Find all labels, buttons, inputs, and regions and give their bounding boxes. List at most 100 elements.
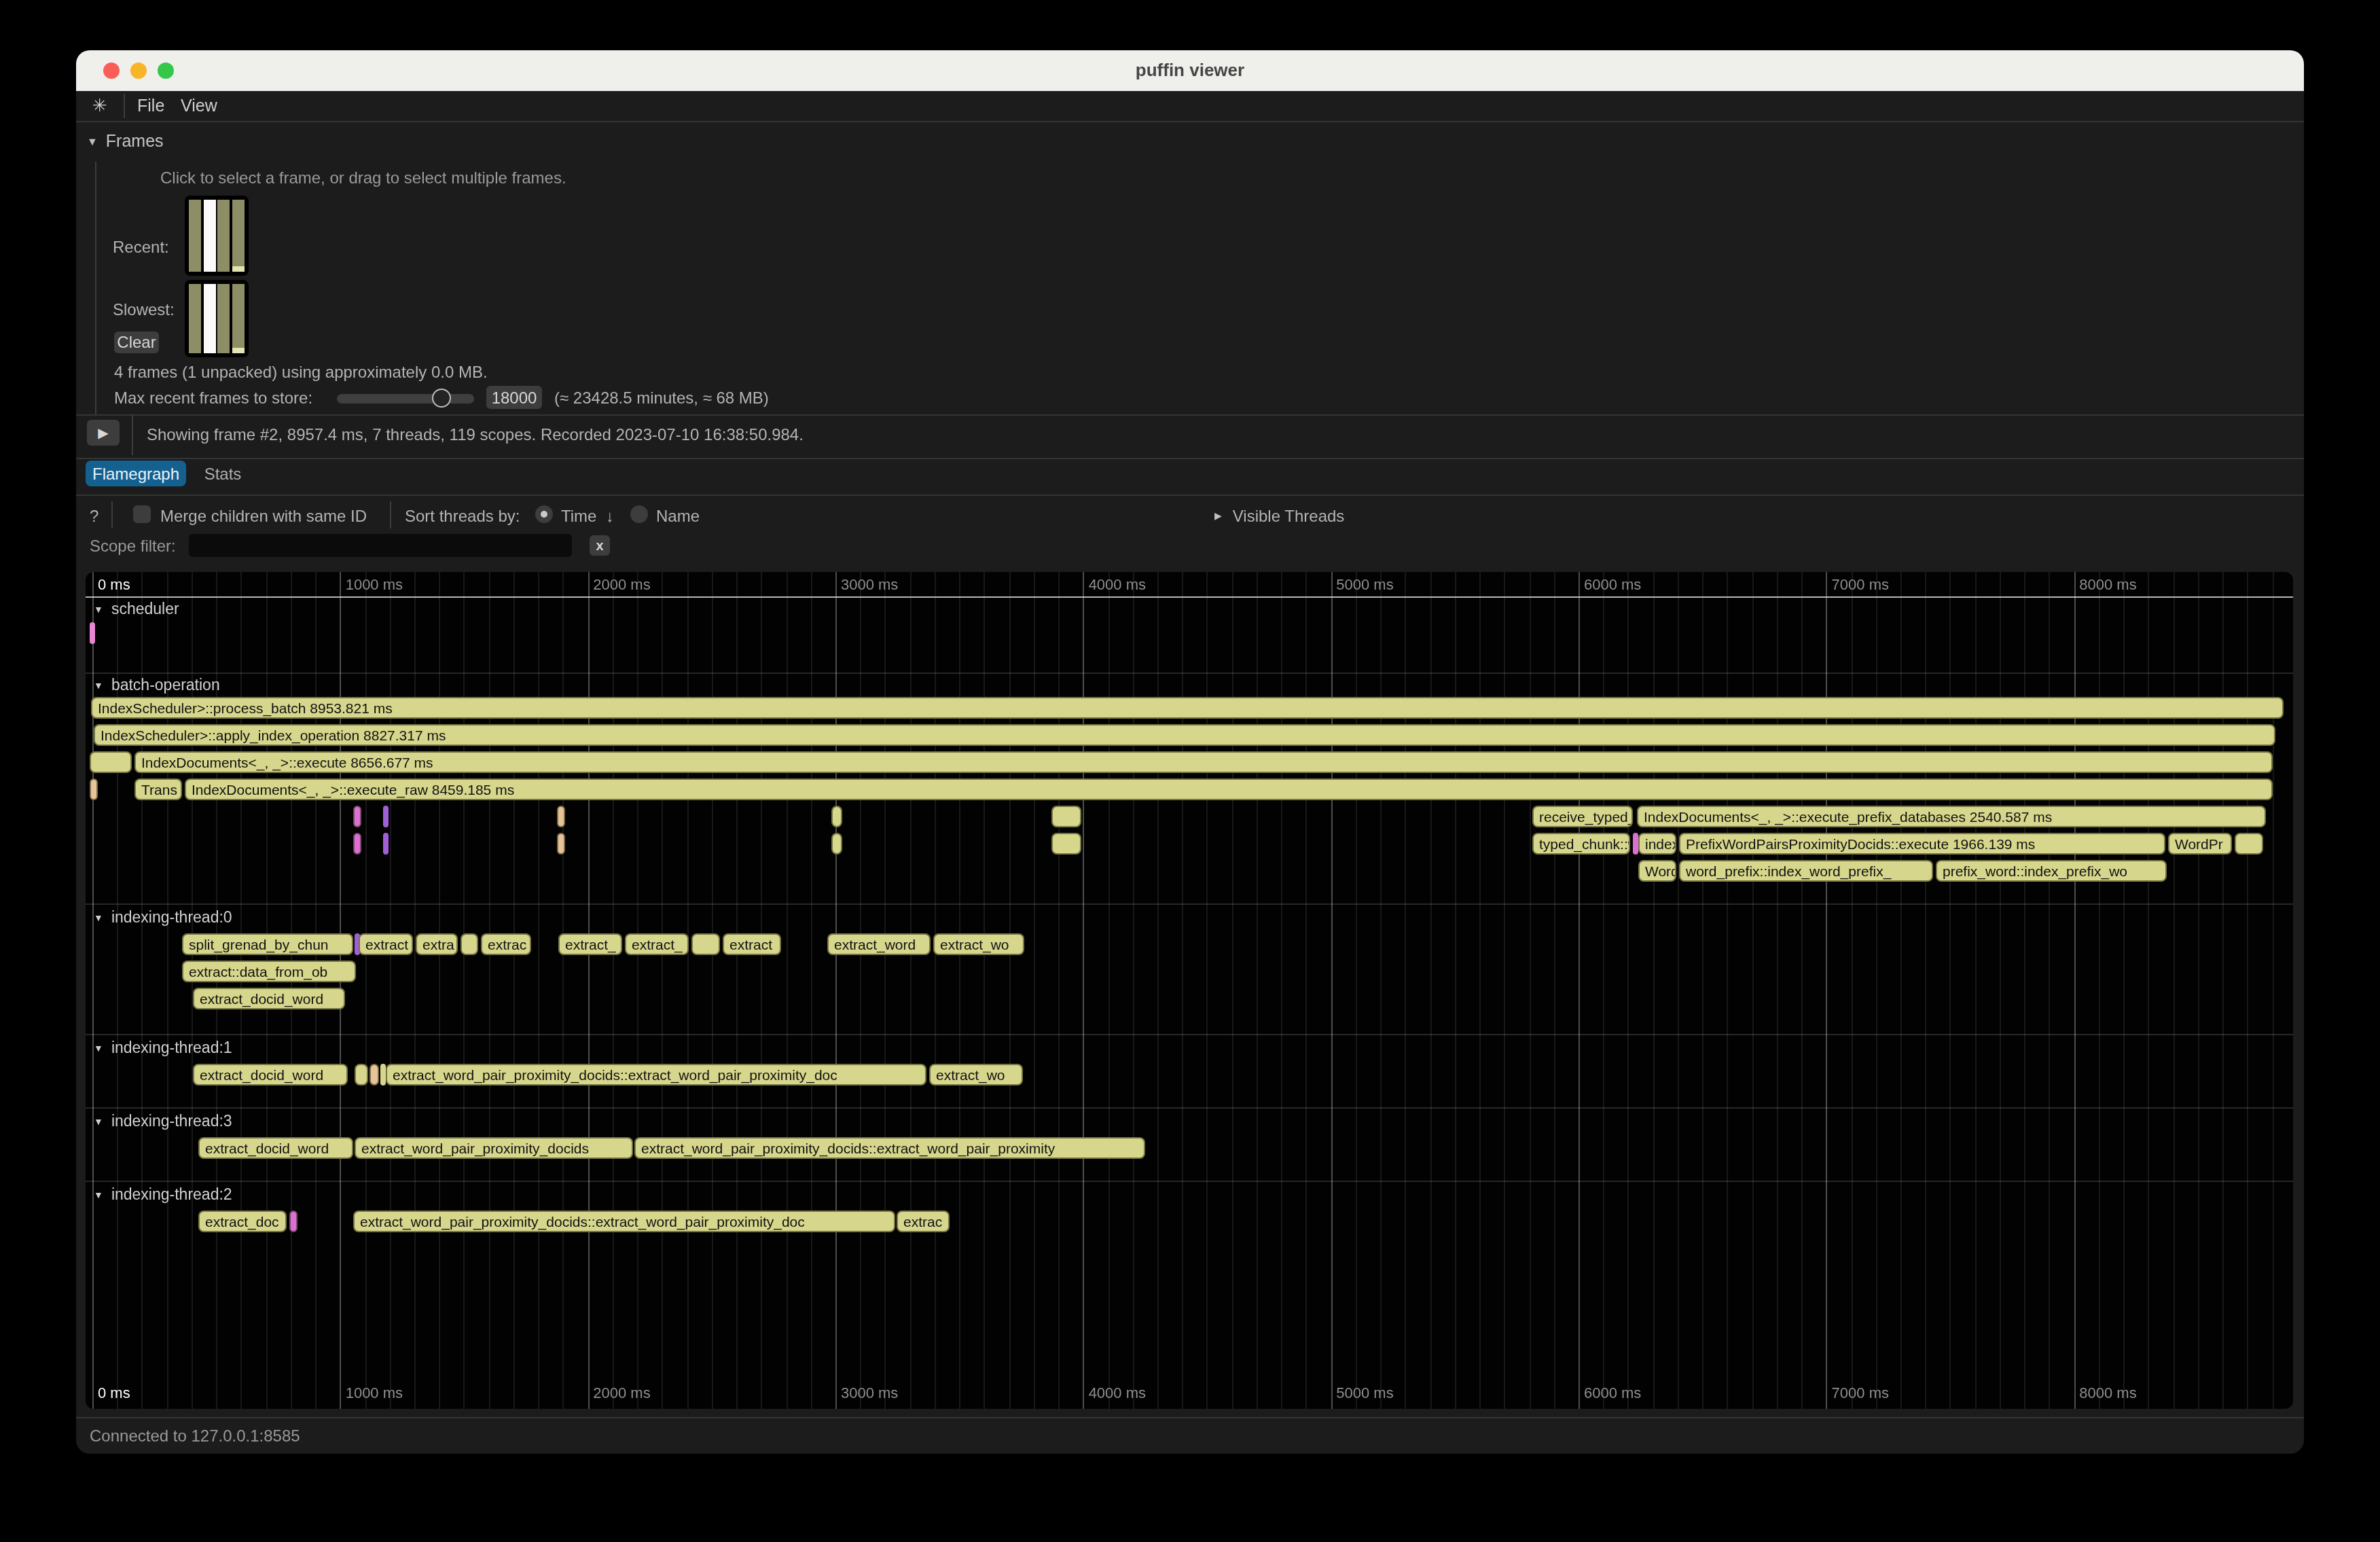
scope-bar[interactable]: extract_ bbox=[625, 933, 689, 955]
thread-header-indexing-thread:1[interactable]: ▼indexing-thread:1 bbox=[94, 1039, 232, 1056]
slider-knob[interactable] bbox=[432, 389, 451, 408]
frame-bar[interactable] bbox=[189, 284, 201, 353]
scope-bar[interactable]: extract_wo bbox=[933, 933, 1024, 955]
scope-bar[interactable] bbox=[369, 1064, 379, 1086]
scope-bar[interactable] bbox=[353, 806, 361, 827]
scope-bar[interactable]: extrac bbox=[481, 933, 531, 955]
scope-bar[interactable]: Word bbox=[1638, 860, 1676, 882]
scope-bar[interactable] bbox=[831, 833, 842, 855]
frame-bar[interactable] bbox=[232, 284, 245, 353]
scope-bar[interactable]: extract_docid_word bbox=[193, 1064, 348, 1086]
play-button[interactable]: ▶ bbox=[87, 420, 120, 446]
scope-bar[interactable]: receive_typed_ bbox=[1532, 806, 1633, 827]
scope-bar[interactable]: extract_ bbox=[558, 933, 622, 955]
scope-bar[interactable]: extract_docid_word bbox=[198, 1137, 353, 1159]
scope-bar[interactable]: word_prefix::index_word_prefix_ bbox=[1679, 860, 1933, 882]
max-frames-estimate: (≈ 23428.5 minutes, ≈ 68 MB) bbox=[554, 389, 769, 408]
scope-bar[interactable]: IndexScheduler>::apply_index_operation 8… bbox=[94, 724, 2275, 746]
scope-bar[interactable] bbox=[355, 1064, 368, 1086]
max-frames-value[interactable]: 18000 bbox=[486, 386, 542, 409]
sort-name-radio[interactable] bbox=[630, 505, 648, 523]
scope-bar[interactable] bbox=[691, 933, 720, 955]
clear-button[interactable]: Clear bbox=[114, 331, 159, 353]
scope-bar[interactable] bbox=[1051, 806, 1081, 827]
scope-bar[interactable]: extract::data_from_ob bbox=[182, 961, 356, 982]
scope-bar[interactable]: extract_word_pair_proximity_docids::extr… bbox=[634, 1137, 1145, 1159]
scope-bar[interactable] bbox=[380, 1064, 386, 1086]
scope-bar[interactable]: extrac bbox=[897, 1211, 950, 1232]
merge-children-checkbox[interactable] bbox=[133, 505, 151, 523]
scope-bar[interactable] bbox=[461, 933, 478, 955]
menu-file[interactable]: File bbox=[137, 96, 164, 115]
scope-bar[interactable]: index bbox=[1638, 833, 1676, 855]
scope-bar[interactable]: WordPr bbox=[2168, 833, 2232, 855]
scope-bar[interactable] bbox=[1051, 833, 1081, 855]
scope-bar[interactable]: IndexScheduler>::process_batch 8953.821 … bbox=[91, 697, 2284, 719]
scope-bar[interactable]: extract bbox=[723, 933, 781, 955]
max-frames-slider[interactable] bbox=[337, 387, 474, 409]
max-frames-label: Max recent frames to store: bbox=[114, 389, 312, 408]
scope-bar[interactable]: typed_chunk::w bbox=[1532, 833, 1630, 855]
scope-bar[interactable]: extract_doc bbox=[198, 1211, 287, 1232]
sort-direction-icon[interactable]: ↓ bbox=[606, 507, 614, 526]
scope-bar[interactable] bbox=[557, 806, 565, 827]
tab-stats[interactable]: Stats bbox=[201, 461, 245, 486]
scope-bar[interactable] bbox=[1633, 833, 1638, 855]
scope-bar[interactable]: extract_word_pair_proximity_docids bbox=[355, 1137, 633, 1159]
slowest-label: Slowest: bbox=[113, 300, 175, 319]
scope-bar[interactable] bbox=[90, 751, 132, 773]
sort-time-radio[interactable] bbox=[535, 505, 553, 523]
scope-bar[interactable]: prefix_word::index_prefix_wo bbox=[1936, 860, 2167, 882]
scope-bar[interactable]: IndexDocuments<_, _>::execute_raw 8459.1… bbox=[185, 778, 2273, 800]
scope-bar[interactable]: extract_word_pair_proximity_docids::extr… bbox=[353, 1211, 895, 1232]
clear-filter-button[interactable]: x bbox=[590, 535, 610, 556]
thread-header-batch-operation[interactable]: ▼batch-operation bbox=[94, 677, 220, 693]
scope-bar[interactable] bbox=[383, 833, 389, 855]
scope-bar[interactable]: extract_wo bbox=[929, 1064, 1023, 1086]
scope-bar[interactable] bbox=[353, 833, 361, 855]
frame-bar[interactable] bbox=[218, 200, 230, 272]
scope-bar[interactable]: PrefixWordPairsProximityDocids::execute … bbox=[1679, 833, 2165, 855]
time-tick-label: 0 ms bbox=[98, 576, 130, 592]
scope-bar[interactable]: split_grenad_by_chun bbox=[182, 933, 353, 955]
scope-bar[interactable]: extract_word_pair_proximity_docids::extr… bbox=[386, 1064, 926, 1086]
scope-bar[interactable] bbox=[289, 1211, 298, 1232]
scope-bar[interactable]: IndexDocuments<_, _>::execute 8656.677 m… bbox=[134, 751, 2273, 773]
merge-children-label[interactable]: Merge children with same ID bbox=[160, 507, 367, 526]
frames-collapse-header[interactable]: ▼ Frames bbox=[87, 132, 164, 151]
menu-view[interactable]: View bbox=[181, 96, 217, 115]
slider-track[interactable] bbox=[337, 393, 474, 403]
scope-bar[interactable] bbox=[831, 806, 842, 827]
thread-header-scheduler[interactable]: ▼scheduler bbox=[94, 600, 179, 617]
scope-bar[interactable] bbox=[90, 778, 98, 800]
thread-header-indexing-thread:0[interactable]: ▼indexing-thread:0 bbox=[94, 909, 232, 925]
frame-bar[interactable] bbox=[218, 284, 230, 353]
scope-bar[interactable]: IndexDocuments<_, _>::execute_prefix_dat… bbox=[1637, 806, 2266, 827]
sort-name-label[interactable]: Name bbox=[656, 507, 700, 526]
frame-bar[interactable] bbox=[232, 200, 245, 272]
scope-bar[interactable]: extra bbox=[416, 933, 458, 955]
thread-header-indexing-thread:2[interactable]: ▼indexing-thread:2 bbox=[94, 1186, 232, 1202]
scope-bar[interactable]: Trans bbox=[134, 778, 182, 800]
sort-time-label[interactable]: Time bbox=[561, 507, 596, 526]
visible-threads-header[interactable]: ▶ Visible Threads bbox=[1214, 507, 1344, 526]
slowest-frames-thumbnail[interactable] bbox=[185, 280, 249, 357]
scope-bar[interactable]: extract_docid_word bbox=[193, 988, 345, 1009]
title-bar[interactable]: puffin viewer bbox=[76, 50, 2304, 91]
flamegraph-canvas[interactable]: 0 ms0 ms1000 ms1000 ms2000 ms2000 ms3000… bbox=[86, 572, 2293, 1409]
theme-icon[interactable]: ✳ bbox=[92, 95, 107, 115]
thread-header-indexing-thread:3[interactable]: ▼indexing-thread:3 bbox=[94, 1113, 232, 1129]
frame-bar-selected[interactable] bbox=[203, 284, 215, 353]
scope-bar[interactable] bbox=[383, 806, 389, 827]
scope-bar[interactable]: extract_word bbox=[827, 933, 931, 955]
scope-bar[interactable] bbox=[557, 833, 565, 855]
scope-filter-input[interactable] bbox=[189, 534, 572, 557]
tab-flamegraph[interactable]: Flamegraph bbox=[86, 461, 186, 486]
frame-bar[interactable] bbox=[189, 200, 201, 272]
frame-bar-selected[interactable] bbox=[203, 200, 215, 272]
scope-bar[interactable]: extract bbox=[359, 933, 413, 955]
scope-bar[interactable] bbox=[90, 622, 95, 644]
recent-frames-thumbnail[interactable] bbox=[185, 196, 249, 276]
scope-bar[interactable] bbox=[2235, 833, 2263, 855]
help-button[interactable]: ? bbox=[90, 507, 98, 526]
